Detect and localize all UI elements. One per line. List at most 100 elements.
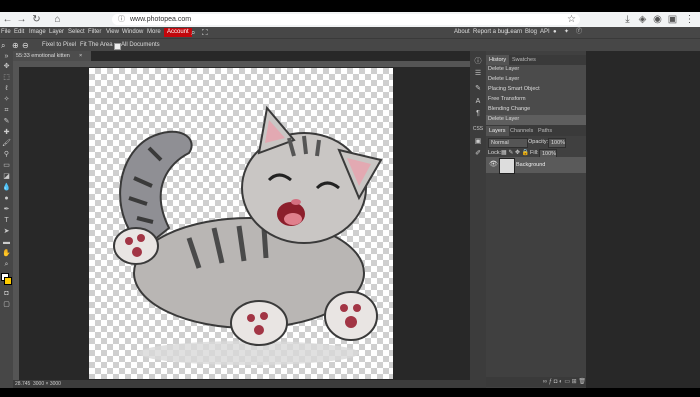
pen-tool-icon[interactable]: ✒ — [1, 205, 12, 214]
history-panel-tabs: History Swatches — [486, 55, 586, 65]
menu-view[interactable]: View — [106, 27, 119, 38]
blur-tool-icon[interactable]: 💧 — [1, 183, 12, 192]
status-bar: 28.745 3000 × 3000 — [13, 380, 470, 388]
menu-report-bug[interactable]: Report a bug — [473, 27, 508, 38]
opacity-input[interactable]: 100% — [548, 138, 566, 148]
address-bar[interactable]: ⓘ www.photopea.com ☆ — [112, 14, 580, 25]
vertical-ruler — [13, 61, 19, 381]
type-tool-icon[interactable]: T — [1, 216, 12, 225]
tab-layers[interactable]: Layers — [486, 126, 509, 136]
css-icon[interactable]: CSS — [472, 124, 484, 134]
fullscreen-icon[interactable]: ⛶ — [202, 27, 208, 38]
menu-api[interactable]: API — [540, 27, 550, 38]
layer-row[interactable]: 👁 Background — [486, 157, 586, 174]
document-size: 3000 × 3000 — [33, 381, 61, 387]
menu-file[interactable]: File — [1, 27, 11, 38]
history-item[interactable]: Free Transform — [486, 95, 586, 106]
history-item[interactable]: Blending Change — [486, 105, 586, 116]
zoom-tool-icon[interactable]: ⌕ — [1, 260, 12, 269]
menu-edit[interactable]: Edit — [14, 27, 24, 38]
close-icon[interactable]: × — [79, 51, 82, 61]
tab-channels[interactable]: Channels — [507, 126, 536, 136]
tool-options-bar: ⌕ ⊕ ⊖ Fixel to Pixel Fit The Area All Do… — [0, 38, 700, 52]
clone-stamp-icon[interactable]: ⚲ — [1, 150, 12, 159]
layer-name: Background — [516, 162, 546, 168]
info-icon[interactable]: ⓘ — [472, 57, 484, 67]
background-color-swatch[interactable] — [4, 277, 12, 285]
menu-more[interactable]: More — [147, 27, 161, 38]
move-tool-icon[interactable]: ✥ — [1, 62, 12, 71]
magic-wand-icon[interactable]: ✧ — [1, 95, 12, 104]
marquee-tool-icon[interactable]: ⬚ — [1, 73, 12, 82]
download-icon[interactable]: ⤓ — [622, 14, 633, 25]
folder-icon[interactable]: ▭ — [564, 379, 571, 385]
crop-tool-icon[interactable]: ⌗ — [1, 106, 12, 115]
layers-footer: ∞ ƒ ◘ ◐ ▭ ⊞ 🗑 — [486, 377, 586, 387]
menu-layer[interactable]: Layer — [49, 27, 64, 38]
delete-icon[interactable]: 🗑 — [578, 379, 586, 385]
properties-icon[interactable]: ☰ — [472, 69, 484, 79]
menu-learn[interactable]: Learn — [507, 27, 522, 38]
healing-brush-icon[interactable]: ✚ — [1, 128, 12, 137]
profile-icon[interactable]: ◉ — [652, 14, 663, 25]
menu-filter[interactable]: Filter — [88, 27, 101, 38]
menu-icon[interactable]: ⋮ — [684, 14, 695, 25]
kitten-illustration — [113, 105, 383, 365]
visibility-eye-icon[interactable]: 👁 — [489, 160, 498, 168]
canvas[interactable] — [89, 68, 393, 379]
forward-icon[interactable]: → — [16, 14, 27, 25]
home-icon[interactable]: ⌂ — [52, 14, 63, 25]
menu-window[interactable]: Window — [122, 27, 143, 38]
collapse-icon[interactable]: » — [1, 52, 12, 61]
eraser-tool-icon[interactable]: ▭ — [1, 161, 12, 170]
path-select-icon[interactable]: ➤ — [1, 227, 12, 236]
history-item[interactable]: Delete Layer — [486, 75, 586, 86]
shield-icon[interactable]: ◈ — [637, 14, 648, 25]
menu-blog[interactable]: Blog — [525, 27, 537, 38]
back-icon[interactable]: ← — [2, 14, 13, 25]
brush-tool-icon[interactable]: 🖌 — [1, 139, 12, 148]
right-panel: History Swatches Delete Layer Delete Lay… — [486, 51, 586, 388]
image-icon[interactable]: ▣ — [472, 137, 484, 147]
history-item[interactable]: Delete Layer — [486, 65, 586, 76]
search-icon[interactable]: ⌕ — [191, 27, 195, 38]
menu-bar: File Edit Image Layer Select Filter View… — [0, 27, 700, 38]
character-icon[interactable]: A — [472, 97, 484, 107]
menu-select[interactable]: Select — [68, 27, 85, 38]
tab-swatches[interactable]: Swatches — [509, 55, 539, 65]
history-item-current[interactable]: Delete Layer — [486, 115, 586, 126]
history-item[interactable]: Placing Smart Object — [486, 85, 586, 96]
horizontal-ruler — [13, 61, 470, 67]
fill-tool-icon[interactable]: ◪ — [1, 172, 12, 181]
menu-about[interactable]: About — [454, 27, 470, 38]
tab-paths[interactable]: Paths — [535, 126, 555, 136]
reload-icon[interactable]: ↻ — [31, 14, 42, 25]
all-documents-checkbox[interactable] — [114, 43, 121, 50]
twitter-icon[interactable]: ✦ — [564, 27, 569, 38]
document-tab[interactable]: 55:33 emotional kitten × — [13, 51, 91, 61]
site-info-icon[interactable]: ⓘ — [116, 14, 127, 25]
brush-settings-icon[interactable]: ✎ — [472, 84, 484, 94]
adjust-icon[interactable]: ✐ — [472, 149, 484, 159]
extensions-icon[interactable]: ▣ — [667, 14, 678, 25]
lasso-tool-icon[interactable]: ℓ — [1, 84, 12, 93]
star-icon[interactable]: ☆ — [566, 14, 577, 25]
screen-mode-icon[interactable]: ▢ — [1, 300, 12, 309]
url-text: www.photopea.com — [130, 16, 192, 23]
reddit-icon[interactable]: ● — [553, 27, 557, 38]
facebook-icon[interactable]: ⓕ — [576, 27, 582, 38]
shape-tool-icon[interactable]: ▬ — [1, 238, 12, 247]
layer-thumbnail — [499, 158, 515, 174]
document-title: 55:33 emotional kitten — [16, 53, 70, 59]
eyedropper-icon[interactable]: ✎ — [1, 117, 12, 126]
bottom-bar — [0, 388, 700, 397]
blend-mode-select[interactable]: Normal — [488, 138, 528, 148]
paragraph-icon[interactable]: ¶ — [472, 109, 484, 119]
account-button[interactable]: Account — [164, 28, 192, 37]
menu-image[interactable]: Image — [29, 27, 46, 38]
quick-mask-icon[interactable]: ◘ — [1, 289, 12, 298]
panel-icon-strip: ⓘ ☰ ✎ A ¶ CSS ▣ ✐ — [470, 51, 486, 388]
hand-tool-icon[interactable]: ✋ — [1, 249, 12, 258]
tab-history[interactable]: History — [486, 55, 510, 65]
dodge-tool-icon[interactable]: ● — [1, 194, 12, 203]
